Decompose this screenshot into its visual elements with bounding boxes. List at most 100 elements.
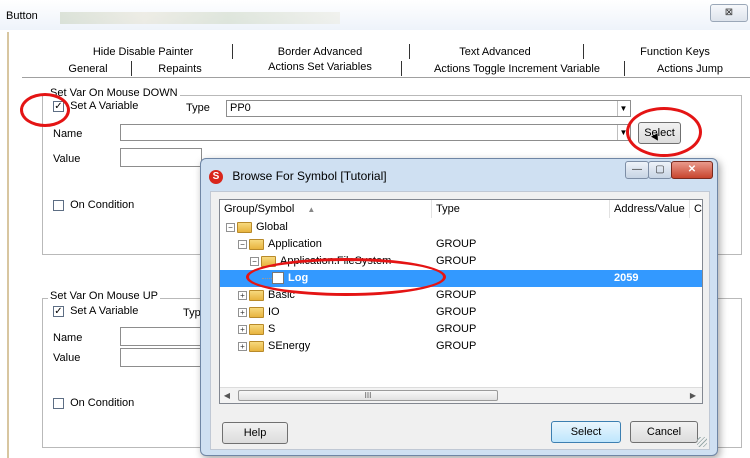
- tree-row-label: Global: [256, 221, 288, 233]
- mouse-down-name-select[interactable]: ▼: [120, 124, 631, 141]
- scroll-left-icon[interactable]: ◀: [220, 390, 234, 402]
- mouse-down-legend: Set Var On Mouse DOWN: [48, 87, 180, 99]
- mouse-up-on-condition-checkbox[interactable]: [53, 397, 64, 409]
- folder-icon: [249, 340, 264, 352]
- folder-icon: [249, 238, 264, 250]
- column-header-address-value[interactable]: Address/Value: [610, 200, 690, 218]
- dialog-close-icon[interactable]: ✕: [671, 161, 713, 179]
- dialog-body: Group/Symbol ▲ Type Address/Value C − Glo…: [210, 191, 710, 450]
- minimize-icon[interactable]: —: [625, 161, 649, 179]
- window-left-edge: [7, 32, 9, 458]
- tree-row[interactable]: − Global: [220, 219, 702, 236]
- mouse-up-set-variable-checkbox[interactable]: ✓: [53, 305, 64, 317]
- tree-row-symbol-cell: − Global: [226, 219, 432, 236]
- column-header-group-symbol[interactable]: Group/Symbol ▲: [220, 200, 432, 218]
- tree-row-label: IO: [268, 306, 280, 318]
- folder-icon: [237, 221, 252, 233]
- dialog-cancel-button[interactable]: Cancel: [630, 421, 698, 443]
- dialog-select-button[interactable]: Select: [551, 421, 621, 443]
- tab-actions-toggle-increment-variable[interactable]: Actions Toggle Increment Variable: [432, 62, 602, 76]
- tab-repaints[interactable]: Repaints: [145, 62, 215, 76]
- tab-actions-set-variables[interactable]: Actions Set Variables: [265, 60, 375, 74]
- tree-row[interactable]: + IO GROUP: [220, 304, 702, 321]
- tree-row[interactable]: + SEnergy GROUP: [220, 338, 702, 355]
- tree-row-symbol-cell: + S: [238, 321, 432, 338]
- mouse-up-value-field[interactable]: [120, 348, 202, 367]
- collapse-icon[interactable]: −: [226, 222, 235, 232]
- tab-border-advanced[interactable]: Border Advanced: [265, 45, 375, 59]
- column-header-type[interactable]: Type: [432, 200, 610, 218]
- mouse-down-on-condition-label: On Condition: [70, 199, 135, 211]
- tab-separator: [409, 44, 410, 59]
- tab-general[interactable]: General: [58, 62, 118, 76]
- mouse-down-name-label: Name: [53, 128, 83, 140]
- tree-row-label: SEnergy: [268, 340, 311, 352]
- annotation-oval-log: [246, 258, 446, 296]
- tree-row-type: GROUP: [436, 306, 477, 318]
- window-close-icon[interactable]: ⊠: [710, 4, 748, 22]
- tree-row-type: GROUP: [436, 255, 477, 267]
- folder-icon: [249, 289, 264, 301]
- mouse-down-type-label: Type: [186, 102, 210, 114]
- mouse-down-set-variable-label: Set A Variable: [70, 100, 139, 112]
- mouse-down-type-select[interactable]: PP0 ▼: [226, 100, 631, 117]
- window-title: Button: [6, 10, 38, 22]
- tree-row-type: GROUP: [436, 323, 477, 335]
- tree-row-label: Application: [268, 238, 322, 250]
- mouse-down-value-label: Value: [53, 153, 81, 165]
- mouse-down-value-field[interactable]: [120, 148, 202, 167]
- mouse-up-name-field[interactable]: [120, 327, 202, 346]
- tab-separator: [401, 61, 402, 76]
- mouse-up-on-condition-row: On Condition: [53, 397, 134, 409]
- tree-row[interactable]: − Application GROUP: [220, 236, 702, 253]
- tab-separator: [583, 44, 584, 59]
- tab-separator: [131, 61, 132, 76]
- symbol-tree-list[interactable]: Group/Symbol ▲ Type Address/Value C − Glo…: [219, 199, 703, 404]
- dialog-help-button[interactable]: Help: [222, 422, 288, 444]
- tree-row-symbol-cell: + IO: [238, 304, 432, 321]
- expand-icon[interactable]: +: [238, 324, 247, 334]
- tab-separator: [232, 44, 233, 59]
- expand-icon[interactable]: +: [238, 290, 247, 300]
- app-logo-icon: S: [209, 169, 223, 184]
- expand-icon[interactable]: +: [238, 341, 247, 351]
- mouse-up-set-variable-row: ✓ Set A Variable: [53, 305, 138, 317]
- dialog-title-bar: S Browse For Symbol [Tutorial]: [209, 167, 387, 185]
- tree-row-type: GROUP: [436, 289, 477, 301]
- tree-row[interactable]: + S GROUP: [220, 321, 702, 338]
- annotation-oval-select: [626, 107, 702, 157]
- mouse-down-on-condition-row: On Condition: [53, 199, 134, 211]
- horizontal-scrollbar[interactable]: ◀ III ▶: [220, 387, 702, 403]
- title-bar: Button ⊠: [0, 0, 750, 30]
- title-bar-decoration: [60, 12, 340, 24]
- mouse-up-name-label: Name: [53, 332, 83, 344]
- tab-actions-jump[interactable]: Actions Jump: [655, 62, 725, 76]
- button-properties-window: Button ⊠ Hide Disable Painter Border Adv…: [0, 0, 750, 458]
- collapse-icon[interactable]: −: [238, 239, 247, 249]
- sort-ascending-icon: ▲: [307, 205, 316, 214]
- scroll-right-icon[interactable]: ▶: [686, 390, 700, 402]
- column-header-c[interactable]: C: [690, 200, 702, 218]
- tab-hide-disable-painter[interactable]: Hide Disable Painter: [78, 45, 208, 59]
- folder-icon: [249, 306, 264, 318]
- mouse-down-on-condition-checkbox[interactable]: [53, 199, 64, 211]
- annotation-oval-set-variable: [20, 93, 70, 127]
- mouse-up-on-condition-label: On Condition: [70, 397, 135, 409]
- tree-row-label: S: [268, 323, 276, 335]
- expand-icon[interactable]: +: [238, 307, 247, 317]
- scroll-thumb[interactable]: III: [238, 390, 498, 401]
- tab-function-keys[interactable]: Function Keys: [625, 45, 725, 59]
- chevron-down-icon[interactable]: ▼: [617, 101, 629, 116]
- folder-icon: [249, 323, 264, 335]
- tab-text-advanced[interactable]: Text Advanced: [440, 45, 550, 59]
- tree-row-symbol-cell: − Application: [238, 236, 432, 253]
- mouse-up-legend: Set Var On Mouse UP: [48, 290, 161, 302]
- resize-grip-icon[interactable]: [697, 437, 707, 447]
- tree-row-type: GROUP: [436, 340, 477, 352]
- dialog-title: Browse For Symbol [Tutorial]: [232, 169, 387, 183]
- maximize-icon[interactable]: ▢: [648, 161, 672, 179]
- collapse-icon[interactable]: −: [250, 256, 259, 266]
- mouse-down-type-value: PP0: [230, 102, 251, 114]
- mouse-up-type-label: Typ: [183, 307, 201, 319]
- tree-row-address: 2059: [614, 272, 639, 284]
